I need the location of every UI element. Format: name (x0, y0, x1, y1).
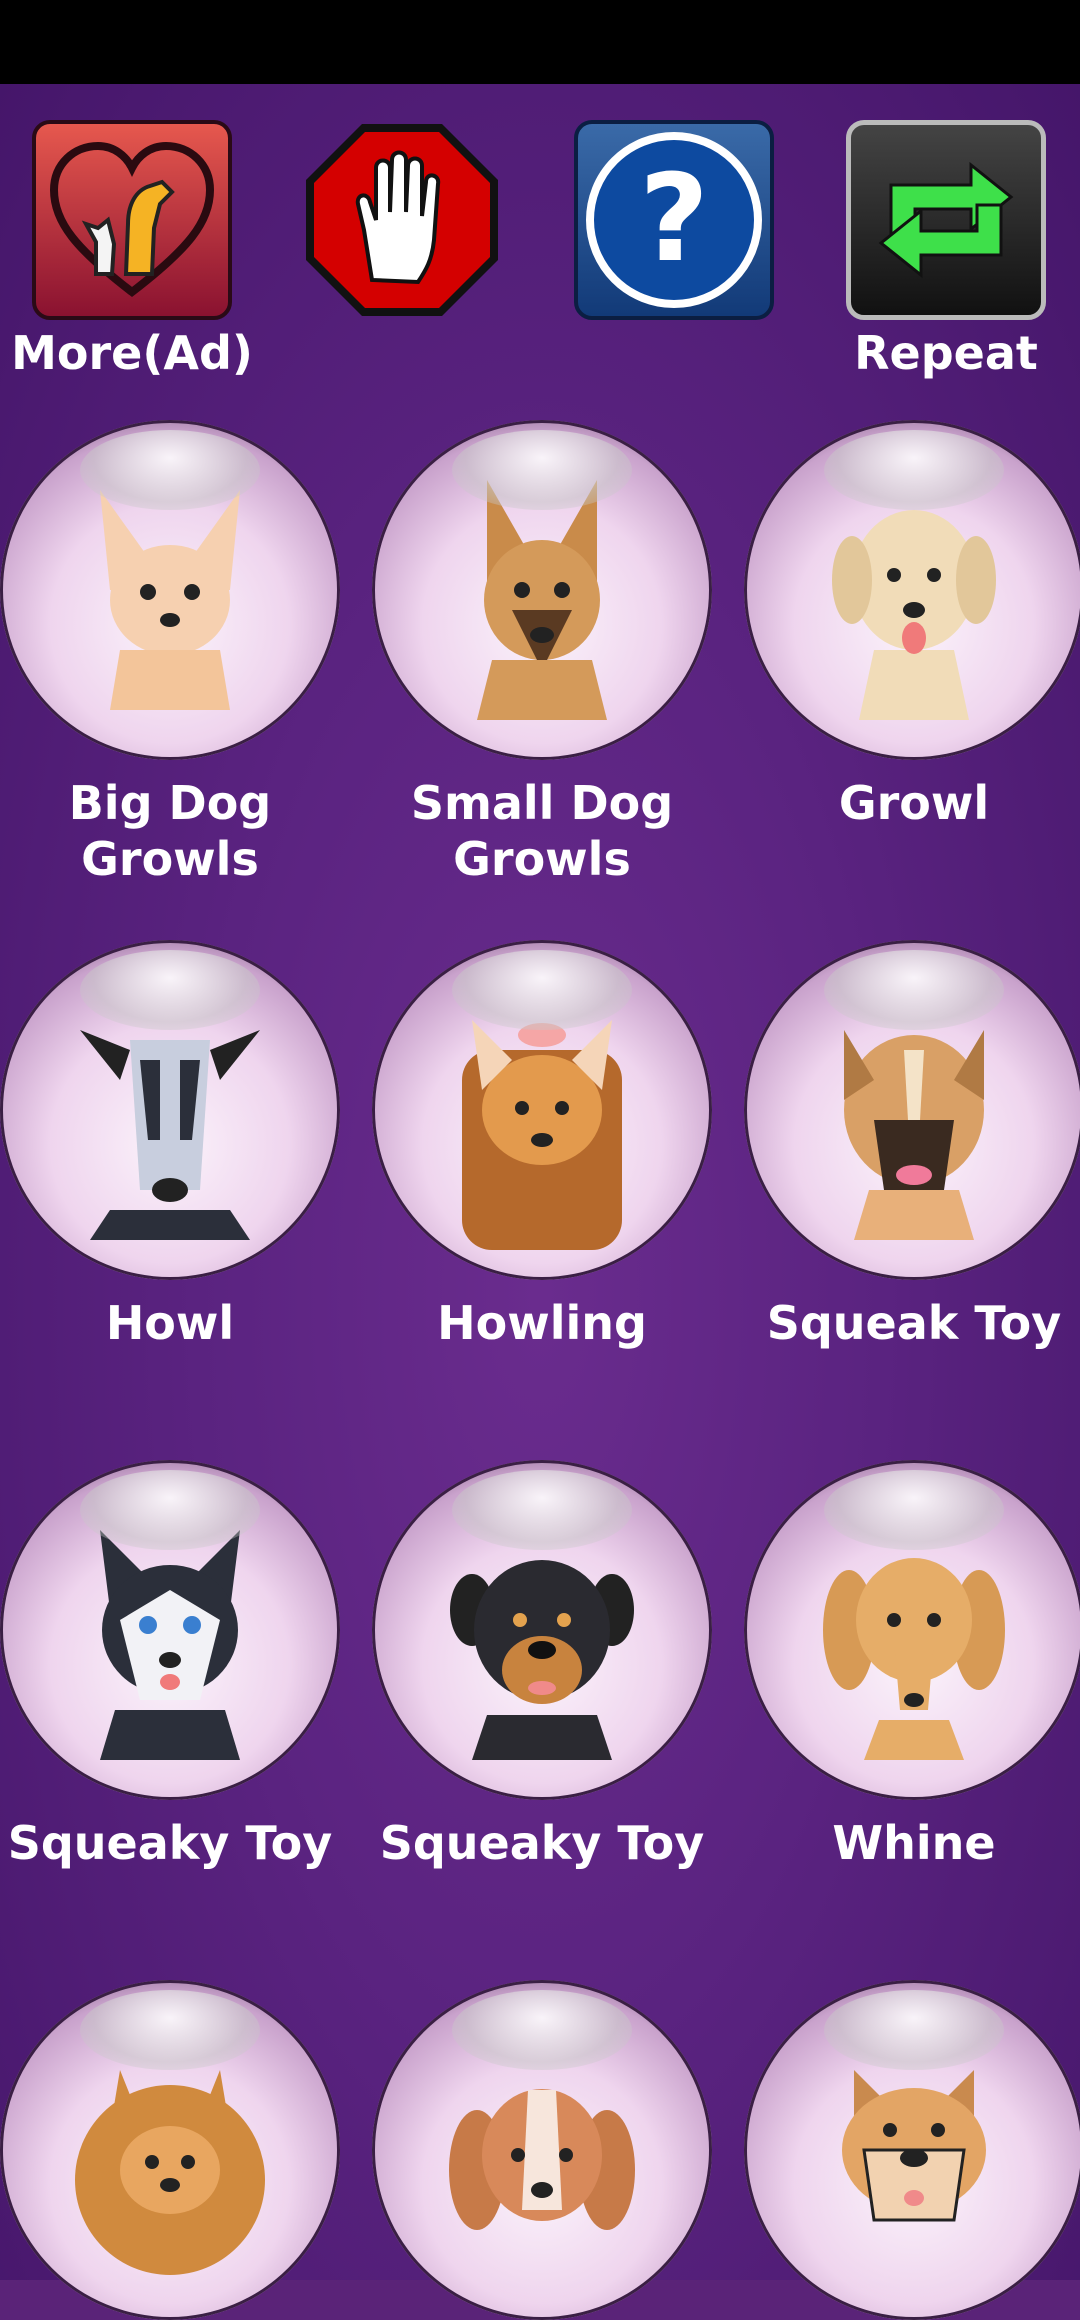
repeat-arrows-icon (878, 161, 1014, 279)
orb-gloss (80, 950, 260, 1030)
dog-sound-label: Big Dog Growls (68, 776, 272, 886)
stop-hand-icon (306, 124, 498, 316)
dog-sound-label: Whine (832, 1816, 996, 1870)
orb-gloss (80, 430, 260, 510)
orb-gloss (824, 1470, 1004, 1550)
dog-orb (0, 940, 340, 1280)
orb-gloss (452, 1990, 632, 2070)
repeat-button[interactable] (846, 120, 1046, 320)
dog-orb (744, 420, 1080, 760)
dog-orb (744, 1460, 1080, 1800)
dog-orb (0, 1980, 340, 2320)
orb-gloss (452, 1470, 632, 1550)
dog-orb (0, 420, 340, 760)
orb-gloss (824, 950, 1004, 1030)
question-mark-icon: ? (586, 132, 762, 308)
repeat-label: Repeat (854, 326, 1038, 380)
dog-sound-label: Howling (437, 1296, 647, 1350)
dog-sound-label: Small Dog Growls (410, 776, 674, 886)
orb-gloss (824, 430, 1004, 510)
dog-orb (372, 1980, 712, 2320)
dog-sound-label: Squeaky Toy (379, 1816, 705, 1870)
more-ad-button[interactable] (32, 120, 232, 320)
orb-gloss (452, 430, 632, 510)
heart-pets-icon (49, 141, 215, 298)
status-bar (0, 0, 1080, 84)
orb-gloss (80, 1470, 260, 1550)
dog-orb (372, 420, 712, 760)
dog-orb (372, 1460, 712, 1800)
orb-gloss (824, 1990, 1004, 2070)
dog-sound-label: Squeak Toy (766, 1296, 1062, 1350)
dog-orb (0, 1460, 340, 1800)
help-button[interactable]: ? (574, 120, 774, 320)
dog-orb (372, 940, 712, 1280)
dog-orb (744, 1980, 1080, 2320)
svg-text:?: ? (639, 150, 709, 289)
dog-sound-label: Growl (838, 776, 990, 830)
orb-gloss (452, 950, 632, 1030)
dog-sound-label: Squeaky Toy (7, 1816, 333, 1870)
stop-button[interactable] (302, 120, 502, 320)
more-ad-label: More(Ad) (11, 326, 253, 380)
dog-orb (744, 940, 1080, 1280)
dog-sound-label: Howl (105, 1296, 235, 1350)
orb-gloss (80, 1990, 260, 2070)
